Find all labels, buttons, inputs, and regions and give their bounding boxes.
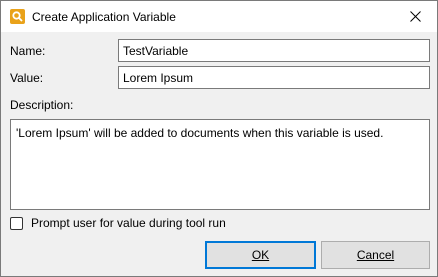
value-label: Value: [10, 71, 44, 85]
dialog-body: Name: Value: Description: 'Lorem Ipsum' … [1, 32, 437, 276]
window-title: Create Application Variable [32, 10, 176, 24]
cancel-button[interactable]: Cancel [321, 241, 430, 269]
ok-button[interactable]: OK [205, 241, 316, 269]
prompt-user-label: Prompt user for value during tool run [31, 216, 226, 230]
app-logo-icon [10, 9, 25, 24]
description-label: Description: [10, 98, 74, 112]
name-label: Name: [10, 44, 46, 58]
ok-button-label: OK [251, 248, 270, 262]
close-icon [409, 11, 421, 22]
name-field[interactable] [118, 39, 430, 62]
value-field[interactable] [118, 66, 430, 89]
description-text: 'Lorem Ipsum' will be added to documents… [16, 126, 384, 140]
close-button[interactable] [393, 1, 437, 32]
create-application-variable-dialog: Create Application Variable Name: Value:… [0, 0, 438, 277]
prompt-user-checkbox[interactable] [10, 217, 23, 230]
description-field[interactable]: 'Lorem Ipsum' will be added to documents… [10, 119, 430, 210]
cancel-button-label: Cancel [356, 248, 395, 262]
title-bar: Create Application Variable [1, 1, 437, 32]
